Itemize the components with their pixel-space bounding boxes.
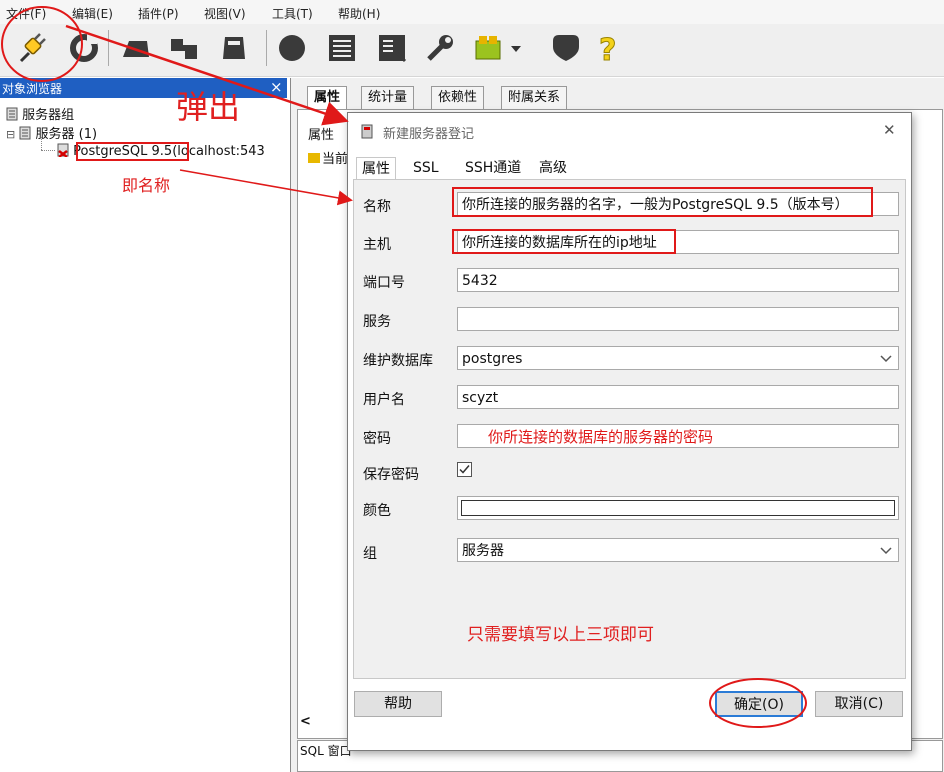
annotation-overlay	[1, 6, 807, 728]
connect-button-highlight-circle	[1, 6, 83, 82]
popup-arrow	[65, 24, 349, 126]
name-arrow	[179, 169, 353, 206]
ok-button-highlight-circle	[709, 678, 807, 728]
